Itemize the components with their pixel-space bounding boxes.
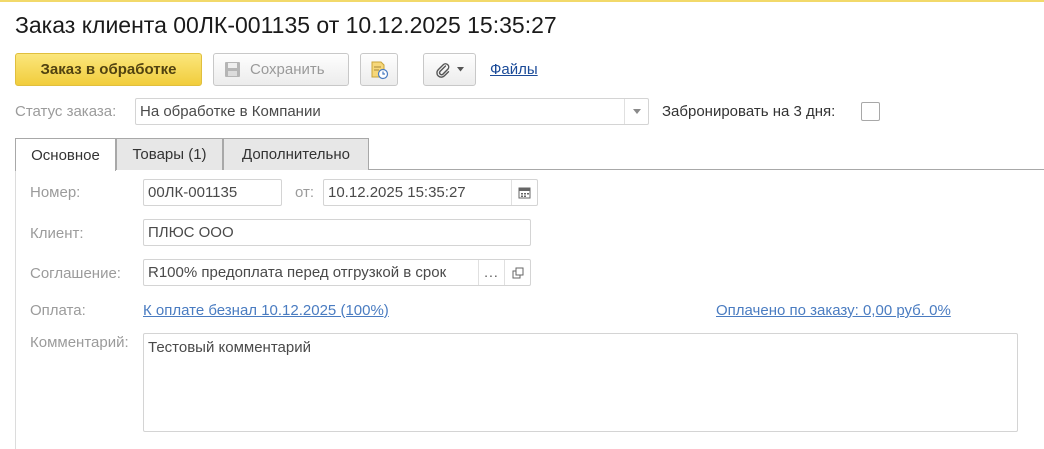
tab-additional[interactable]: Дополнительно	[223, 138, 369, 170]
date-field[interactable]: 10.12.2025 15:35:27	[323, 179, 538, 206]
order-in-progress-button[interactable]: Заказ в обработке	[15, 53, 202, 86]
date-value: 10.12.2025 15:35:27	[328, 184, 466, 201]
reserve-label: Забронировать на 3 дня:	[662, 103, 836, 120]
open-icon[interactable]	[504, 260, 530, 285]
comment-textarea[interactable]: Тестовый комментарий	[143, 333, 1018, 432]
paperclip-icon	[436, 62, 450, 78]
client-field[interactable]: ПЛЮС ООО	[143, 219, 531, 246]
date-label: от:	[295, 184, 315, 201]
choose-button[interactable]: ...	[478, 260, 504, 285]
number-field[interactable]: 00ЛК-001135	[143, 179, 282, 206]
paid-link[interactable]: Оплачено по заказу: 0,00 руб. 0%	[716, 302, 951, 319]
number-label: Номер:	[30, 184, 81, 201]
agreement-label: Соглашение:	[30, 265, 121, 282]
top-accent-line	[0, 0, 1044, 2]
chevron-down-icon	[457, 67, 464, 72]
agreement-value: R100% предоплата перед отгрузкой в срок	[148, 264, 447, 281]
client-label: Клиент:	[30, 225, 84, 242]
report-button[interactable]	[360, 53, 398, 86]
reserve-checkbox[interactable]	[861, 102, 880, 121]
page-title: Заказ клиента 00ЛК-001135 от 10.12.2025 …	[15, 12, 557, 38]
agreement-field[interactable]: R100% предоплата перед отгрузкой в срок …	[143, 259, 531, 286]
attachments-button[interactable]	[423, 53, 476, 86]
status-label: Статус заказа:	[15, 103, 117, 120]
tab-main[interactable]: Основное	[15, 138, 116, 171]
status-value: На обработке в Компании	[140, 103, 321, 120]
report-icon	[371, 61, 389, 79]
comment-label: Комментарий:	[30, 334, 129, 351]
floppy-disk-icon	[225, 62, 240, 77]
save-button[interactable]: Сохранить	[213, 53, 349, 86]
status-select[interactable]: На обработке в Компании	[135, 98, 649, 125]
files-link[interactable]: Файлы	[490, 61, 538, 78]
content-border	[15, 169, 16, 449]
calendar-icon[interactable]	[511, 180, 537, 205]
save-label: Сохранить	[250, 61, 325, 78]
dropdown-arrow-icon[interactable]	[624, 99, 648, 124]
payment-label: Оплата:	[30, 302, 86, 319]
tab-goods[interactable]: Товары (1)	[116, 138, 223, 170]
payment-link[interactable]: К оплате безнал 10.12.2025 (100%)	[143, 302, 389, 319]
